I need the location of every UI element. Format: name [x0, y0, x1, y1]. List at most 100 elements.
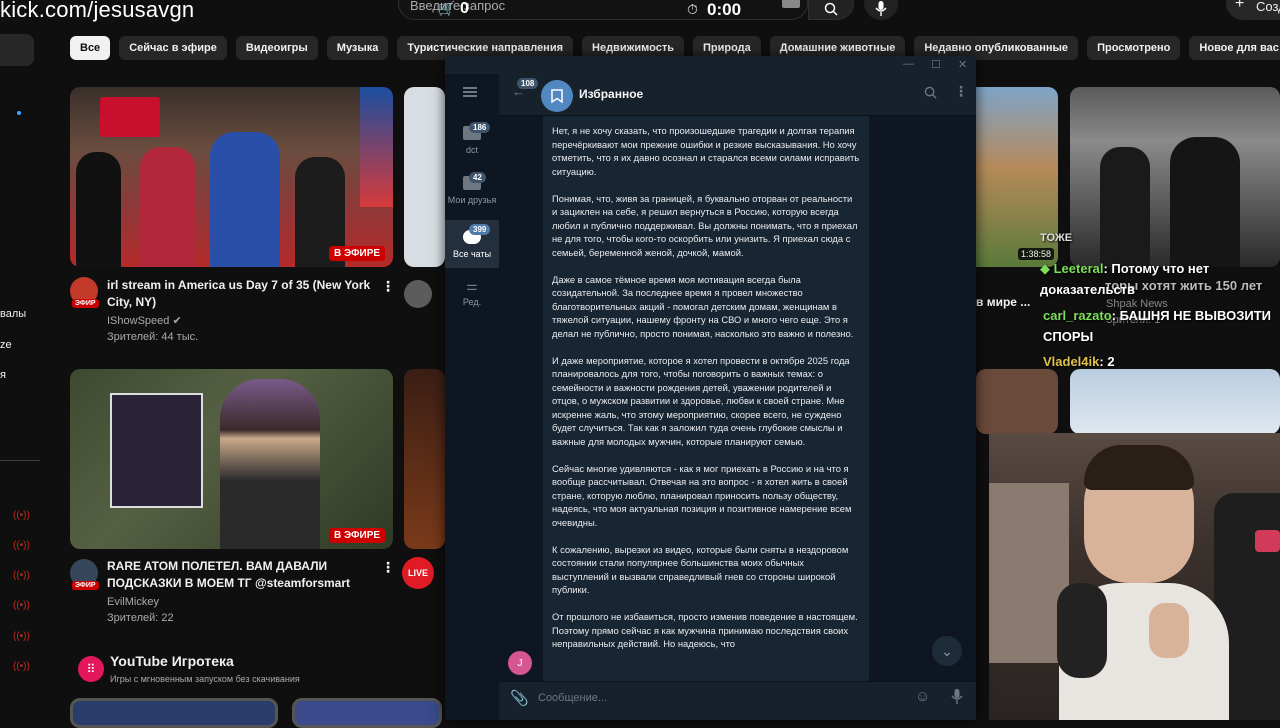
scroll-down-button[interactable]: ⌄ [932, 636, 962, 666]
channel-avatar[interactable] [404, 280, 432, 308]
webcam-hair [1084, 445, 1194, 490]
live-icon: ((•)) [13, 510, 30, 521]
minimize-icon[interactable]: — [903, 58, 914, 70]
chat-badge-icon: ◆ [1040, 261, 1054, 276]
more-options-icon[interactable]: ⋮ [381, 278, 395, 295]
chip-watched[interactable]: Просмотрено [1087, 36, 1181, 60]
emoji-icon[interactable]: ☺ [915, 688, 930, 705]
stream-timer: 0:00 [707, 0, 742, 19]
webcam-hand [1149, 603, 1189, 658]
folder-my-friends[interactable]: 42 Мои друзья [445, 170, 499, 220]
webcam-feed [989, 433, 1280, 720]
avatar-live-badge: ЭФИР [72, 581, 99, 590]
channel-avatar[interactable]: LIVE [402, 557, 434, 589]
close-icon[interactable]: ✕ [958, 58, 967, 71]
message-paragraph: Даже в самое тёмное время моя мотивация … [552, 273, 854, 339]
channel-name-text: IShowSpeed [107, 315, 170, 327]
video-title-fragment[interactable]: в мире ... [976, 294, 1030, 311]
chip-new-for-you[interactable]: Новое для вас [1189, 36, 1280, 60]
more-options-icon[interactable]: ⋮ [381, 559, 395, 576]
thumbnail-person [1170, 137, 1240, 267]
folder-label: Мои друзья [447, 195, 497, 205]
sidebar-item-label[interactable]: я [0, 369, 6, 381]
game-thumbnail[interactable] [292, 698, 442, 728]
chat-username: Vladel4ik [1043, 354, 1100, 369]
live-badge: В ЭФИРЕ [329, 246, 386, 261]
live-icon: ((•)) [13, 661, 30, 672]
video-thumbnail[interactable] [404, 87, 445, 267]
thumbnail-person [1100, 147, 1150, 267]
thumbnail-person [210, 132, 280, 267]
sidebar-divider [0, 460, 40, 461]
create-button-label: Созд [1256, 0, 1280, 14]
maximize-icon[interactable]: ☐ [931, 58, 941, 71]
section-title: YouTube Игротека [110, 653, 234, 669]
thumbnail-sign [100, 97, 160, 137]
chat-message: carl_razato: БАШНЯ НЕ ВЫВОЗИТИ СПОРЫ [1043, 305, 1280, 347]
webcam-microphone [1057, 583, 1107, 678]
message-paragraph: И даже мероприятие, которое я хотел пров… [552, 354, 850, 447]
mic-icon [875, 1, 887, 16]
live-icon: ((•)) [13, 570, 30, 581]
video-title[interactable]: RARE ATOM ПОЛЕТЕЛ. ВАМ ДАВАЛИ ПОДСКАЗКИ … [107, 558, 372, 592]
search-input[interactable]: Введите запрос [410, 0, 505, 13]
folder-label: Ред. [462, 297, 482, 307]
folder-all-chats[interactable]: 399 Все чаты [445, 220, 499, 268]
sidebar-notification-dot [17, 111, 21, 115]
folder-dct[interactable]: 186 dct [445, 120, 499, 170]
message-paragraph: Нет, я не хочу сказать, что произошедшие… [552, 125, 860, 177]
create-button[interactable]: + Созд [1226, 0, 1280, 20]
unread-badge: 108 [517, 78, 539, 89]
video-thumbnail[interactable] [404, 369, 445, 549]
folder-badge: 399 [469, 224, 491, 235]
keyboard-icon[interactable] [782, 0, 800, 8]
cart-icon: 🛒 [438, 0, 456, 16]
channel-name[interactable]: EvilMickey [107, 594, 159, 610]
video-thumbnail[interactable] [1070, 87, 1280, 267]
search-button[interactable] [808, 0, 854, 20]
sender-avatar[interactable]: J [508, 651, 532, 675]
live-icon: ((•)) [13, 600, 30, 611]
window-titlebar [445, 56, 976, 74]
timer-icon: ⏱ [687, 1, 698, 17]
mic-icon[interactable] [951, 689, 963, 710]
message-input[interactable]: Сообщение... [538, 692, 607, 704]
video-title[interactable]: irl stream in America us Day 7 of 35 (Ne… [107, 277, 372, 311]
thumbnail-billboard [360, 87, 393, 207]
telegram-window: — ☐ ✕ 186 dct 42 Мои друзья 399 Все чаты… [445, 56, 976, 720]
chat-username: carl_razato [1043, 308, 1112, 323]
attach-icon[interactable]: 📎 [510, 689, 529, 707]
message-bubble[interactable]: Нет, я не хочу сказать, что произошедшие… [543, 116, 869, 681]
chat-title[interactable]: Избранное [579, 87, 643, 101]
folder-badge: 42 [469, 172, 486, 183]
chip-all[interactable]: Все [70, 36, 111, 60]
sidebar-home-item[interactable] [0, 34, 34, 66]
sidebar-item-label[interactable]: валы [0, 308, 26, 320]
voice-search-button[interactable] [864, 0, 898, 20]
saved-messages-avatar[interactable] [541, 80, 573, 112]
more-vertical-icon[interactable]: ⋮ [954, 83, 968, 100]
video-thumbnail[interactable]: В ЭФИРЕ [70, 369, 393, 549]
video-thumbnail[interactable] [1070, 369, 1280, 434]
thumbnail-person [220, 379, 320, 549]
folder-edit[interactable]: ⚌ Ред. [445, 274, 499, 314]
menu-icon[interactable] [463, 87, 477, 97]
sidebar-item-label[interactable]: ze [0, 339, 12, 351]
cart-count: 0 [460, 0, 469, 17]
chat-message: ◆ Leeteral: Потому что нет доказательств [1040, 258, 1280, 300]
live-badge: В ЭФИРЕ [329, 528, 386, 543]
chip-music[interactable]: Музыка [326, 36, 389, 60]
video-thumbnail[interactable]: В ЭФИРЕ [70, 87, 393, 267]
section-subtitle: Игры с мгновенным запуском без скачивани… [110, 674, 300, 684]
search-icon[interactable] [924, 86, 937, 104]
chevron-down-icon: ⌄ [941, 642, 953, 659]
video-thumbnail[interactable] [976, 369, 1058, 434]
bookmark-icon [551, 89, 563, 103]
folder-label: Все чаты [452, 249, 492, 259]
channel-name[interactable]: IShowSpeed ✔ [107, 313, 182, 329]
chip-gaming[interactable]: Видеоигры [235, 36, 318, 60]
chip-live[interactable]: Сейчас в эфире [119, 36, 227, 60]
game-thumbnail[interactable] [70, 698, 278, 728]
verified-icon: ✔ [172, 315, 182, 327]
chat-message: Vladel4ik: 2 [1043, 353, 1115, 371]
